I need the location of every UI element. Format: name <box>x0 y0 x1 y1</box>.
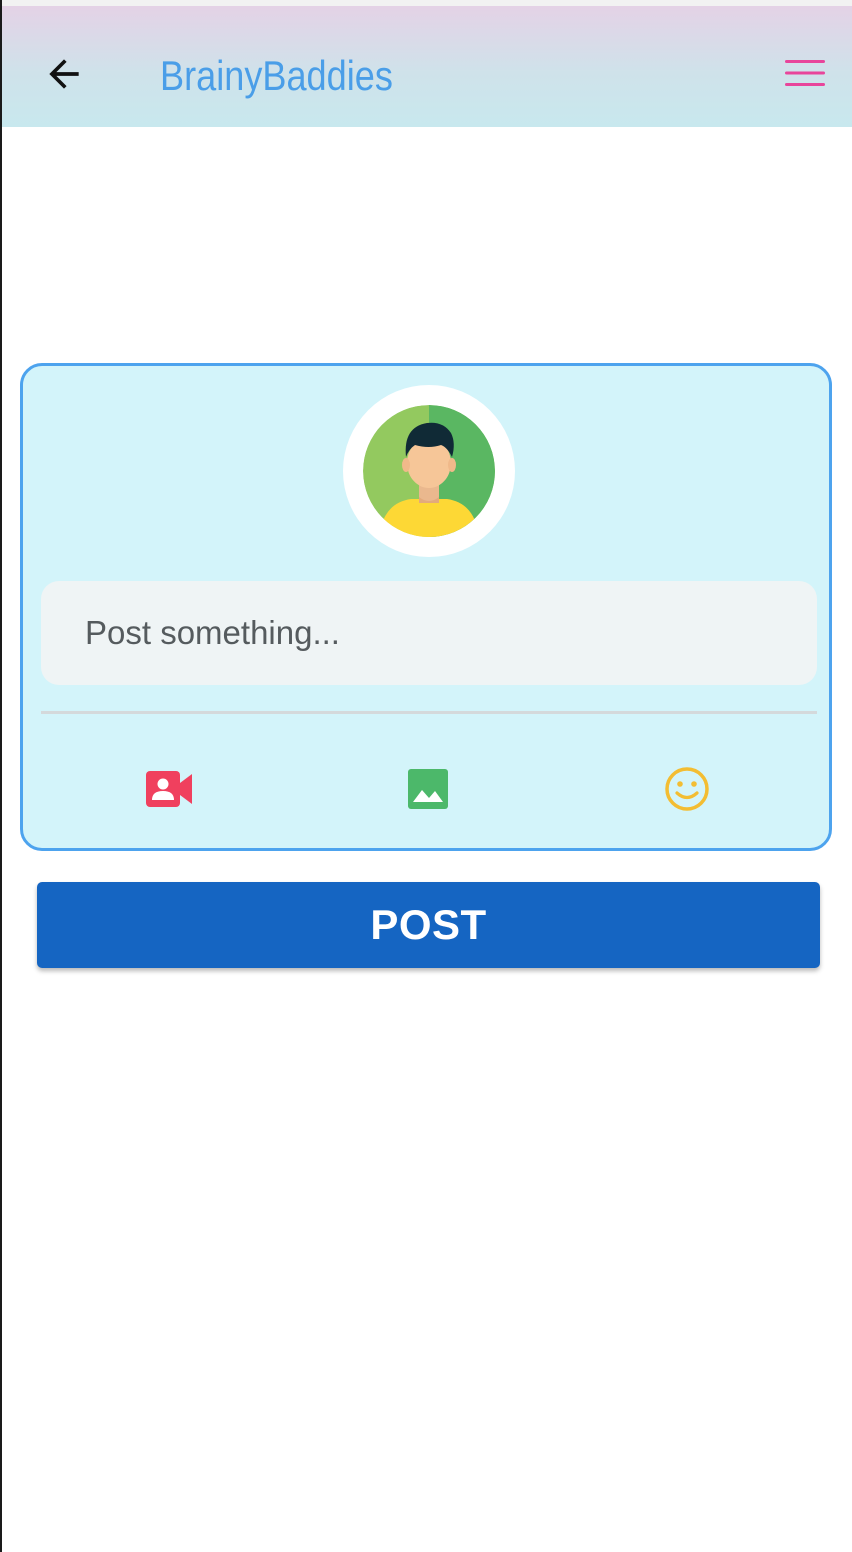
add-photo-button[interactable] <box>398 759 458 819</box>
screen-left-border <box>0 0 2 1552</box>
avatar-frame <box>343 385 515 557</box>
back-button[interactable] <box>38 48 90 100</box>
arrow-left-icon <box>49 59 79 89</box>
divider <box>41 711 817 714</box>
app-title: BrainyBaddies <box>160 52 393 99</box>
add-emoji-button[interactable] <box>657 759 717 819</box>
video-call-icon <box>146 771 192 807</box>
app-bar: BrainyBaddies <box>2 6 852 127</box>
add-video-button[interactable] <box>139 759 199 819</box>
post-composer-card <box>20 363 832 851</box>
menu-button[interactable] <box>778 50 832 96</box>
smiley-emoji-icon <box>665 767 709 811</box>
post-text-input[interactable] <box>41 581 817 685</box>
hamburger-menu-icon <box>785 60 825 86</box>
post-button[interactable]: POST <box>37 882 820 968</box>
user-avatar-icon[interactable] <box>363 405 495 537</box>
image-icon <box>408 769 448 809</box>
